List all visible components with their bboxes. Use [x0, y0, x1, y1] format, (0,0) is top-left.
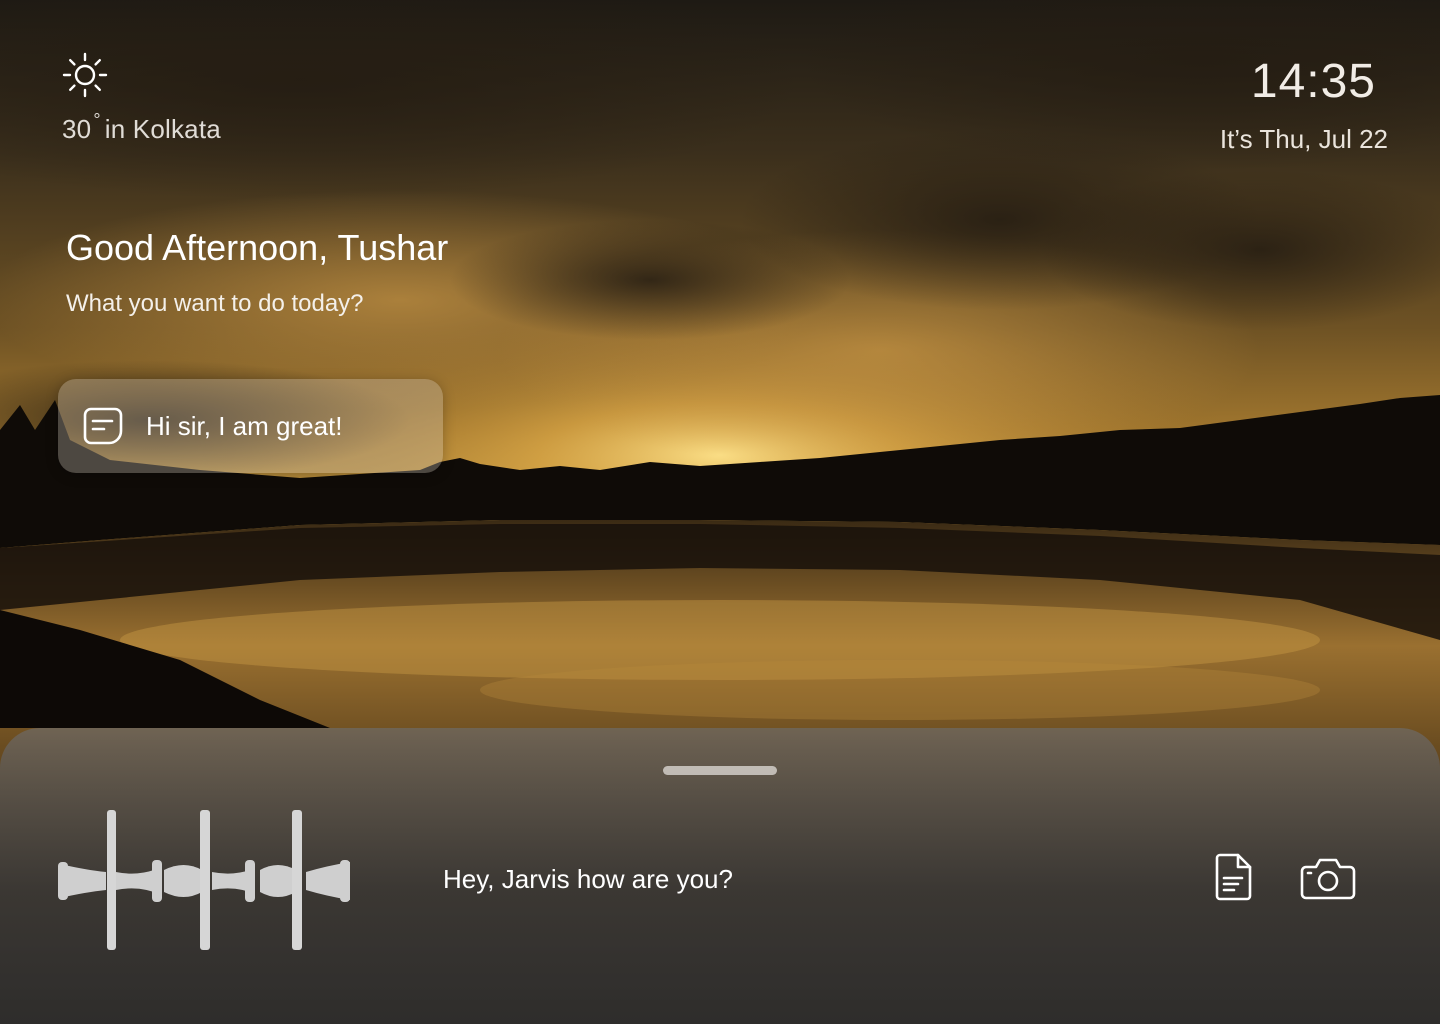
clock-date: It’s Thu, Jul 22 [1219, 124, 1388, 154]
home-screen: 30 ° in Kolkata 14:35 It’s Thu, Jul 22 Goo… [0, 0, 1440, 1024]
document-icon [1215, 853, 1252, 901]
document-button[interactable] [1212, 852, 1258, 902]
sun-icon [62, 52, 108, 98]
assistant-response-card[interactable]: Hi sir, I am great! [58, 379, 443, 473]
assistant-response-text: Hi sir, I am great! [146, 410, 343, 441]
panel-drag-handle[interactable] [663, 766, 777, 775]
temperature-value: 30 [62, 114, 92, 144]
weather-widget: 30 ° in Kolkata [62, 52, 221, 145]
greeting-subtitle: What you want to do today? [66, 290, 364, 317]
weather-location: in Kolkata [104, 114, 221, 144]
voice-input-panel: Hey, Jarvis how are you? [0, 728, 1440, 1024]
clock-time: 14:35 [1250, 55, 1376, 108]
greeting-title: Good Afternoon, Tushar [66, 227, 449, 268]
greeting: Good Afternoon, Tushar What you want to … [66, 226, 448, 318]
camera-button[interactable] [1300, 856, 1356, 900]
voice-query-text: Hey, Jarvis how are you? [443, 864, 733, 894]
chat-message-icon [83, 407, 123, 445]
degree-symbol: ° [93, 110, 101, 130]
clock-widget: 14:35 It’s Thu, Jul 22 [1220, 54, 1388, 155]
weather-summary: 30 ° in Kolkata [62, 110, 221, 145]
voice-waveform-icon[interactable] [56, 810, 354, 952]
camera-icon [1300, 858, 1356, 900]
